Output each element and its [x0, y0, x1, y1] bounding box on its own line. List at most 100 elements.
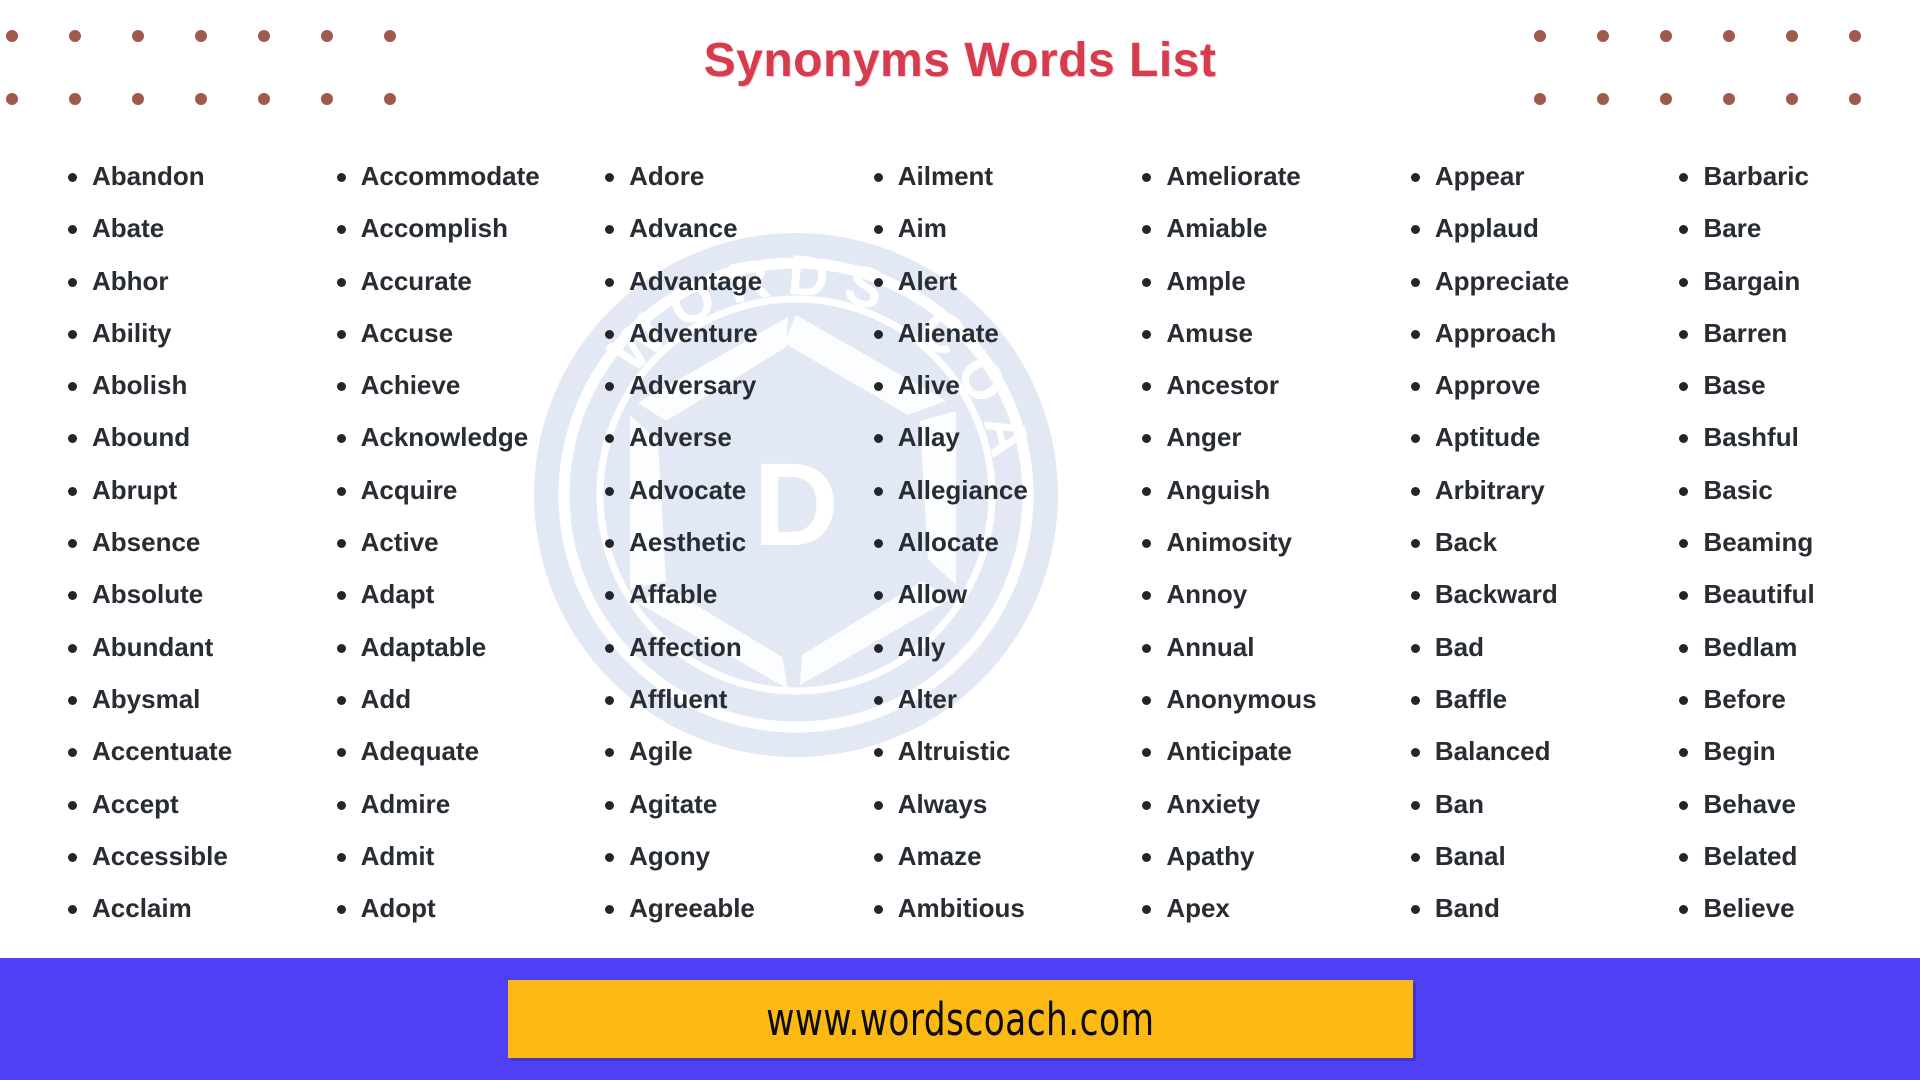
word-item: Appear [1405, 150, 1652, 202]
word-item: Band [1405, 882, 1652, 934]
word-item: Adaptable [331, 621, 578, 673]
page-header: Synonyms Words List [0, 0, 1920, 120]
page-title: Synonyms Words List [703, 33, 1217, 87]
word-item: Arbitrary [1405, 464, 1652, 516]
word-item: Aim [868, 202, 1115, 254]
word-item: Agony [599, 830, 846, 882]
word-item: Adventure [599, 307, 846, 359]
word-column-6: Appear Applaud Appreciate Approach Approve Ap… [1383, 150, 1652, 940]
word-item: Barren [1673, 307, 1920, 359]
website-badge[interactable]: www.wordscoach.com [507, 980, 1413, 1058]
word-item: Base [1673, 359, 1920, 411]
word-item: Advocate [599, 464, 846, 516]
word-column-2: Accommodate Accomplish Accurate Accuse Achie… [309, 150, 578, 940]
word-item: Abound [62, 411, 309, 463]
word-item: Basic [1673, 464, 1920, 516]
word-item: Accurate [331, 255, 578, 307]
word-item: Affable [599, 568, 846, 620]
word-item: Always [868, 778, 1115, 830]
word-item: Apex [1136, 882, 1383, 934]
word-item: Baffle [1405, 673, 1652, 725]
word-item: Amiable [1136, 202, 1383, 254]
word-list: Adore Advance Advantage Adventure Adversary A… [599, 150, 846, 934]
word-item: Banal [1405, 830, 1652, 882]
word-item: Anger [1136, 411, 1383, 463]
word-item: Alert [868, 255, 1115, 307]
word-item: Bad [1405, 621, 1652, 673]
word-item: Ameliorate [1136, 150, 1383, 202]
word-item: Balanced [1405, 725, 1652, 777]
word-item: Ample [1136, 255, 1383, 307]
word-item: Anguish [1136, 464, 1383, 516]
word-item: Allay [868, 411, 1115, 463]
word-item: Barbaric [1673, 150, 1920, 202]
word-item: Absence [62, 516, 309, 568]
word-item: Accept [62, 778, 309, 830]
word-item: Bare [1673, 202, 1920, 254]
word-item: Aptitude [1405, 411, 1652, 463]
word-column-5: Ameliorate Amiable Ample Amuse Ancestor Anger… [1114, 150, 1383, 940]
word-item: Alive [868, 359, 1115, 411]
word-item: Believe [1673, 882, 1920, 934]
word-item: Affection [599, 621, 846, 673]
word-item: Begin [1673, 725, 1920, 777]
word-item: Abandon [62, 150, 309, 202]
word-item: Altruistic [868, 725, 1115, 777]
word-item: Advance [599, 202, 846, 254]
word-item: Abolish [62, 359, 309, 411]
word-item: Ban [1405, 778, 1652, 830]
word-item: Alienate [868, 307, 1115, 359]
word-item: Behave [1673, 778, 1920, 830]
word-item: Admire [331, 778, 578, 830]
word-item: Applaud [1405, 202, 1652, 254]
word-item: Agreeable [599, 882, 846, 934]
word-item: Abate [62, 202, 309, 254]
word-item: Advantage [599, 255, 846, 307]
word-item: Back [1405, 516, 1652, 568]
word-item: Abhor [62, 255, 309, 307]
word-column-3: Adore Advance Advantage Adventure Adversary A… [577, 150, 846, 940]
word-item: Acclaim [62, 882, 309, 934]
word-item: Agile [599, 725, 846, 777]
word-list-grid: Abandon Abate Abhor Ability Abolish Abound Abr… [0, 150, 1920, 940]
word-item: Ailment [868, 150, 1115, 202]
word-item: Acquire [331, 464, 578, 516]
footer-bar: www.wordscoach.com [0, 958, 1920, 1080]
word-list: Appear Applaud Appreciate Approach Approve Ap… [1405, 150, 1652, 934]
word-item: Abrupt [62, 464, 309, 516]
word-item: Beaming [1673, 516, 1920, 568]
word-item: Adapt [331, 568, 578, 620]
word-item: Alter [868, 673, 1115, 725]
word-item: Anxiety [1136, 778, 1383, 830]
word-item: Adverse [599, 411, 846, 463]
word-item: Bashful [1673, 411, 1920, 463]
word-item: Approve [1405, 359, 1652, 411]
word-item: Accessible [62, 830, 309, 882]
word-item: Anonymous [1136, 673, 1383, 725]
word-item: Ability [62, 307, 309, 359]
word-item: Bedlam [1673, 621, 1920, 673]
word-item: Bargain [1673, 255, 1920, 307]
word-item: Backward [1405, 568, 1652, 620]
word-list: Accommodate Accomplish Accurate Accuse Achie… [331, 150, 578, 934]
word-item: Annoy [1136, 568, 1383, 620]
word-item: Annual [1136, 621, 1383, 673]
word-item: Beautiful [1673, 568, 1920, 620]
word-item: Achieve [331, 359, 578, 411]
word-list: Barbaric Bare Bargain Barren Base Bashful Basi… [1673, 150, 1920, 934]
word-item: Approach [1405, 307, 1652, 359]
word-list: Ameliorate Amiable Ample Amuse Ancestor Anger… [1136, 150, 1383, 934]
word-item: Ancestor [1136, 359, 1383, 411]
word-column-7: Barbaric Bare Bargain Barren Base Bashful Basi… [1651, 150, 1920, 940]
word-list: Ailment Aim Alert Alienate Alive Allay Allegia… [868, 150, 1115, 934]
word-column-4: Ailment Aim Alert Alienate Alive Allay Allegia… [846, 150, 1115, 940]
word-item: Amuse [1136, 307, 1383, 359]
website-url-text: www.wordscoach.com [765, 992, 1155, 1046]
word-column-1: Abandon Abate Abhor Ability Abolish Abound Abr… [0, 150, 309, 940]
word-item: Appreciate [1405, 255, 1652, 307]
word-item: Accommodate [331, 150, 578, 202]
word-item: Admit [331, 830, 578, 882]
word-list: Abandon Abate Abhor Ability Abolish Abound Abr… [62, 150, 309, 934]
word-item: Adore [599, 150, 846, 202]
word-item: Absolute [62, 568, 309, 620]
